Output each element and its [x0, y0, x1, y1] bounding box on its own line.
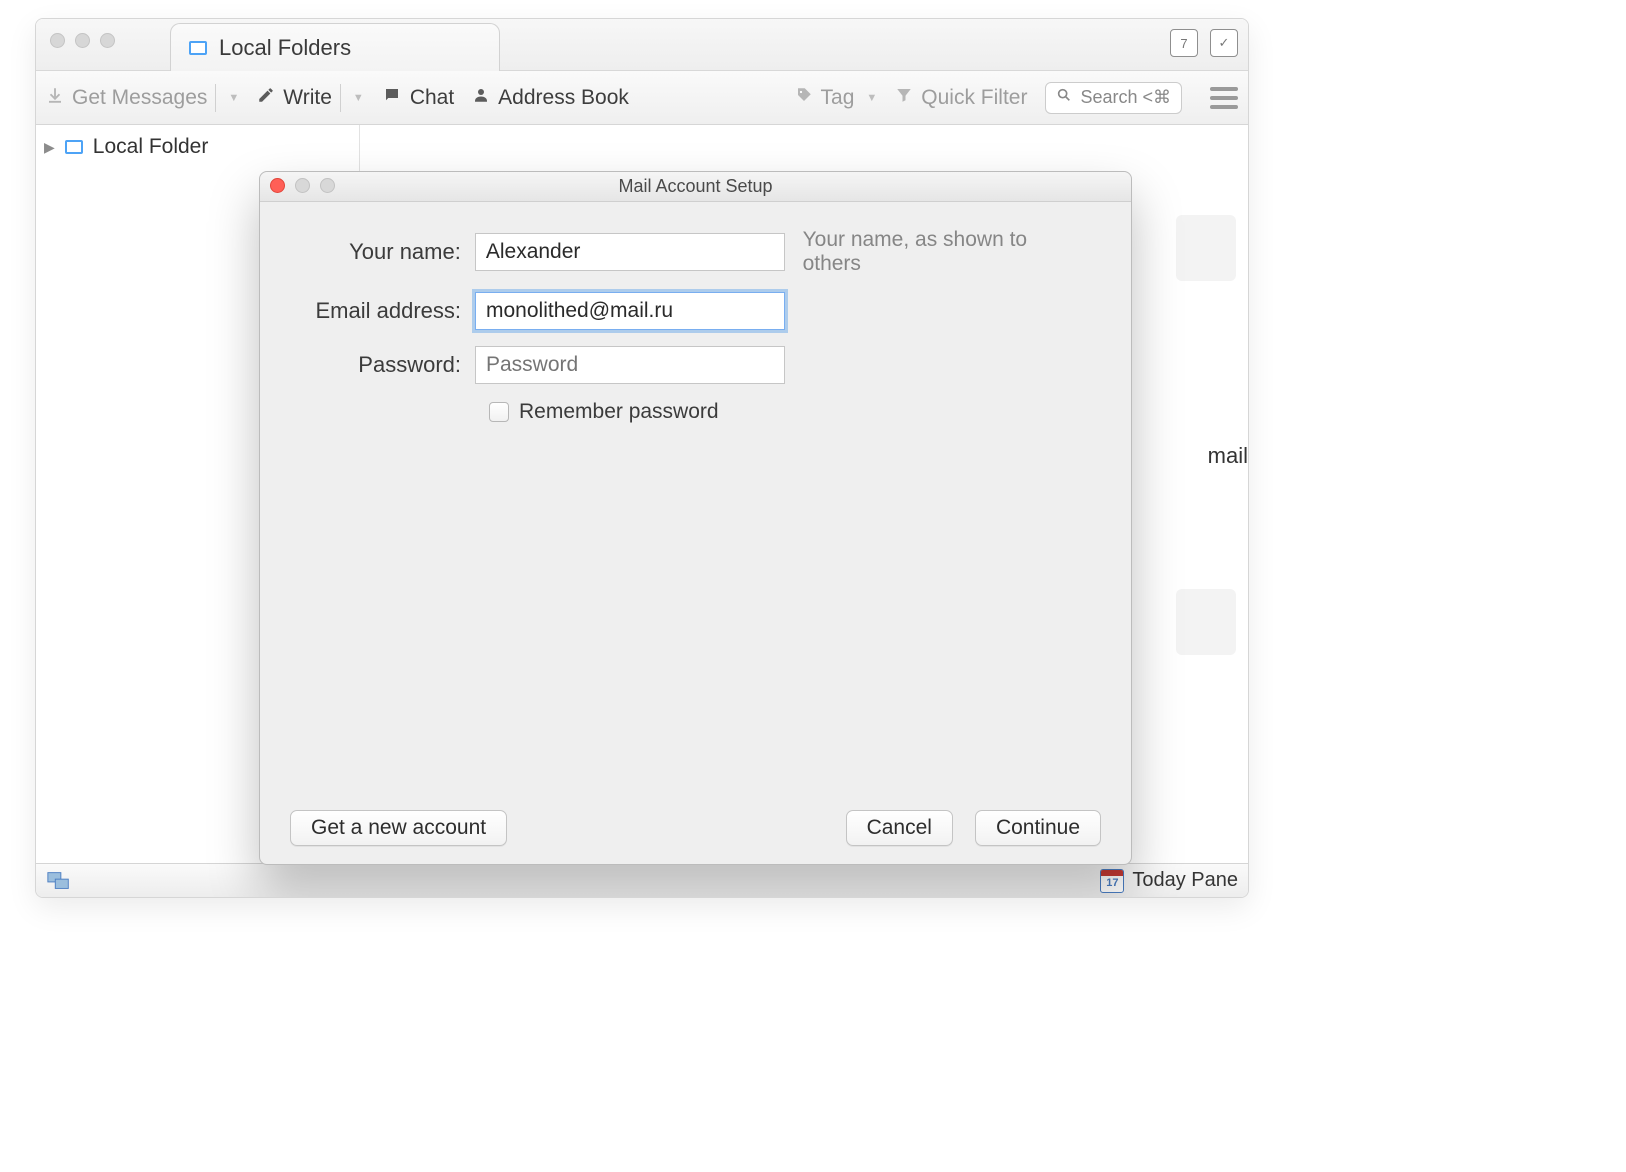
expand-triangle-icon[interactable]: ▶: [44, 139, 55, 156]
compose-icon: [257, 86, 275, 110]
email-label: Email address:: [300, 298, 475, 324]
dialog-zoom-icon: [320, 178, 335, 193]
dialog-minimize-icon: [295, 178, 310, 193]
address-book-label: Address Book: [498, 86, 629, 110]
calendar-icon[interactable]: [1170, 29, 1198, 57]
tag-label: Tag: [821, 86, 855, 110]
get-messages-button[interactable]: Get Messages ▼: [46, 84, 239, 112]
traffic-minimize-icon[interactable]: [75, 33, 90, 48]
folder-icon: [189, 41, 207, 55]
dialog-titlebar: Mail Account Setup: [260, 172, 1131, 202]
traffic-zoom-icon[interactable]: [100, 33, 115, 48]
tag-button[interactable]: Tag ▼: [795, 86, 878, 110]
quick-filter-label: Quick Filter: [921, 86, 1027, 110]
filter-icon: [895, 86, 913, 110]
tab-title: Local Folders: [219, 35, 351, 61]
today-pane-label: Today Pane: [1132, 869, 1238, 892]
cancel-button[interactable]: Cancel: [846, 810, 953, 846]
remember-password-checkbox[interactable]: [489, 402, 509, 422]
your-name-label: Your name:: [300, 239, 475, 265]
content-card: [1176, 589, 1236, 655]
person-icon: [472, 86, 490, 110]
your-name-field[interactable]: [475, 233, 785, 271]
write-button[interactable]: Write ▼: [257, 84, 364, 112]
traffic-close-icon[interactable]: [50, 33, 65, 48]
status-bar: 17 Today Pane: [36, 863, 1248, 897]
email-field[interactable]: [475, 292, 785, 330]
window-traffic-lights: [50, 33, 115, 48]
get-messages-label: Get Messages: [72, 86, 207, 110]
chat-icon: [382, 86, 402, 110]
chat-button[interactable]: Chat: [382, 86, 454, 110]
content-card: [1176, 215, 1236, 281]
chat-label: Chat: [410, 86, 454, 110]
address-book-button[interactable]: Address Book: [472, 86, 629, 110]
download-icon: [46, 86, 64, 110]
sidebar-item-label: Local Folder: [93, 135, 209, 159]
partial-text: mail: [1208, 443, 1248, 469]
password-label: Password:: [300, 352, 475, 378]
sidebar-item-local-folders[interactable]: ▶ Local Folder: [44, 133, 351, 161]
get-new-account-button[interactable]: Get a new account: [290, 810, 507, 846]
write-label: Write: [283, 86, 332, 110]
titlebar-and-tabs: Local Folders: [36, 19, 1248, 71]
search-input[interactable]: Search <⌘: [1045, 82, 1182, 114]
search-placeholder: Search <⌘: [1080, 87, 1171, 108]
search-icon: [1056, 87, 1072, 108]
dialog-title: Mail Account Setup: [618, 176, 772, 197]
mail-account-setup-dialog: Mail Account Setup Your name: Your name,…: [259, 171, 1132, 865]
quick-filter-button[interactable]: Quick Filter: [895, 86, 1027, 110]
app-window: Local Folders Get Messages ▼ Write ▼ Cha: [35, 18, 1249, 898]
tab-local-folders[interactable]: Local Folders: [170, 23, 500, 71]
tag-icon: [795, 86, 813, 110]
menu-icon[interactable]: [1210, 87, 1238, 109]
password-field[interactable]: [475, 346, 785, 384]
folder-icon: [65, 140, 83, 154]
network-status-icon[interactable]: [46, 870, 72, 892]
calendar-day-icon: 17: [1100, 869, 1124, 893]
remember-password-label: Remember password: [519, 400, 719, 424]
dialog-footer: Get a new account Cancel Continue: [260, 792, 1131, 864]
tasks-icon[interactable]: [1210, 29, 1238, 57]
dialog-close-icon[interactable]: [270, 178, 285, 193]
toolbar: Get Messages ▼ Write ▼ Chat Address Book: [36, 71, 1248, 125]
today-pane-button[interactable]: 17 Today Pane: [1100, 869, 1238, 893]
continue-button[interactable]: Continue: [975, 810, 1101, 846]
your-name-hint: Your name, as shown to others: [803, 228, 1091, 276]
